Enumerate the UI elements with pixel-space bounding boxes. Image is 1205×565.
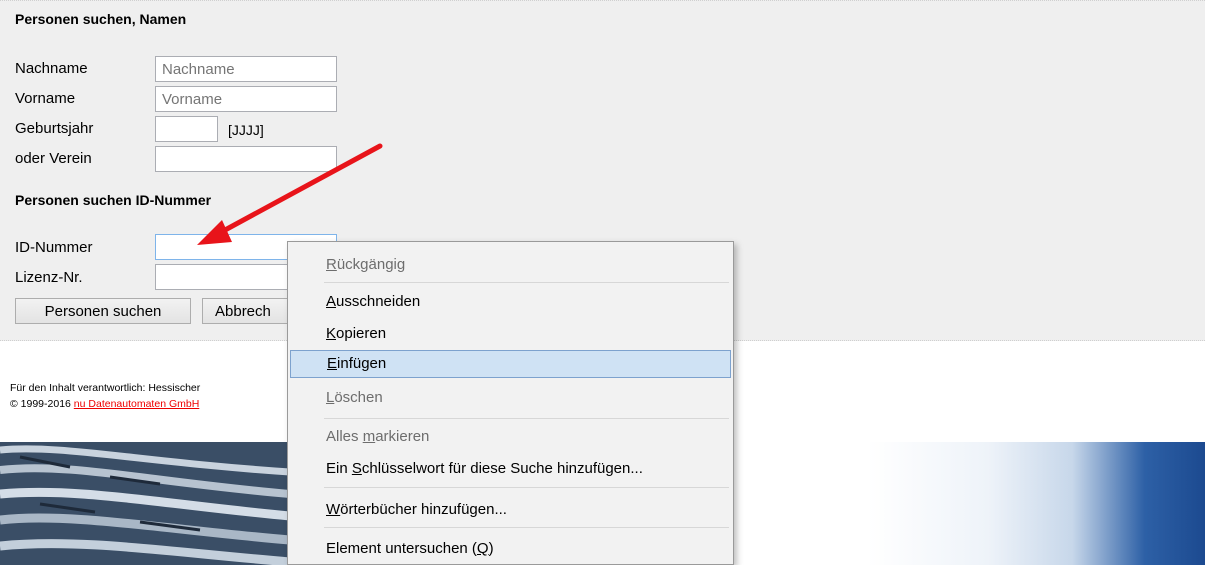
lizenz-nr-label: Lizenz-Nr. <box>15 269 83 286</box>
geburtsjahr-label: Geburtsjahr <box>15 120 94 137</box>
menu-separator <box>324 418 729 419</box>
roof-tiles-image <box>0 442 290 565</box>
menu-separator <box>324 487 729 488</box>
footer-copyright: © 1999-2016 nu Datenautomaten GmbH <box>10 398 199 410</box>
verein-input[interactable] <box>155 146 337 172</box>
heading-id-search: Personen suchen ID-Nummer <box>15 192 212 208</box>
search-persons-button[interactable]: Personen suchen <box>15 298 191 324</box>
footer-responsible-text: Für den Inhalt verantwortlich: Hessische… <box>10 382 201 394</box>
geburtsjahr-input[interactable] <box>155 116 218 142</box>
company-link[interactable]: nu Datenautomaten GmbH <box>74 398 200 410</box>
geburtsjahr-format-hint: [JJJJ] <box>228 122 264 138</box>
vorname-label: Vorname <box>15 90 76 107</box>
menu-item-copy[interactable]: Kopieren <box>288 320 733 348</box>
nachname-input[interactable] <box>155 56 337 82</box>
heading-name-search: Personen suchen, Namen <box>15 11 187 27</box>
menu-item-add-keyword[interactable]: Ein Schlüsselwort für diese Suche hinzuf… <box>288 455 733 483</box>
nachname-label: Nachname <box>15 60 88 77</box>
menu-item-undo[interactable]: Rückgängig <box>288 251 733 279</box>
menu-separator <box>324 527 729 528</box>
menu-item-cut[interactable]: Ausschneiden <box>288 288 733 316</box>
menu-item-select-all[interactable]: Alles markieren <box>288 423 733 451</box>
verein-label: oder Verein <box>15 150 92 167</box>
copyright-text: © 1999-2016 <box>10 398 74 410</box>
menu-item-paste[interactable]: Einfügen <box>290 350 731 378</box>
menu-item-delete[interactable]: Löschen <box>288 384 733 412</box>
menu-item-inspect-element[interactable]: Element untersuchen (Q) <box>288 535 733 563</box>
vorname-input[interactable] <box>155 86 337 112</box>
menu-item-add-dictionaries[interactable]: Wörterbücher hinzufügen... <box>288 496 733 524</box>
context-menu: Rückgängig Ausschneiden Kopieren Einfüge… <box>287 241 734 565</box>
id-nummer-label: ID-Nummer <box>15 239 93 256</box>
menu-separator <box>324 282 729 283</box>
